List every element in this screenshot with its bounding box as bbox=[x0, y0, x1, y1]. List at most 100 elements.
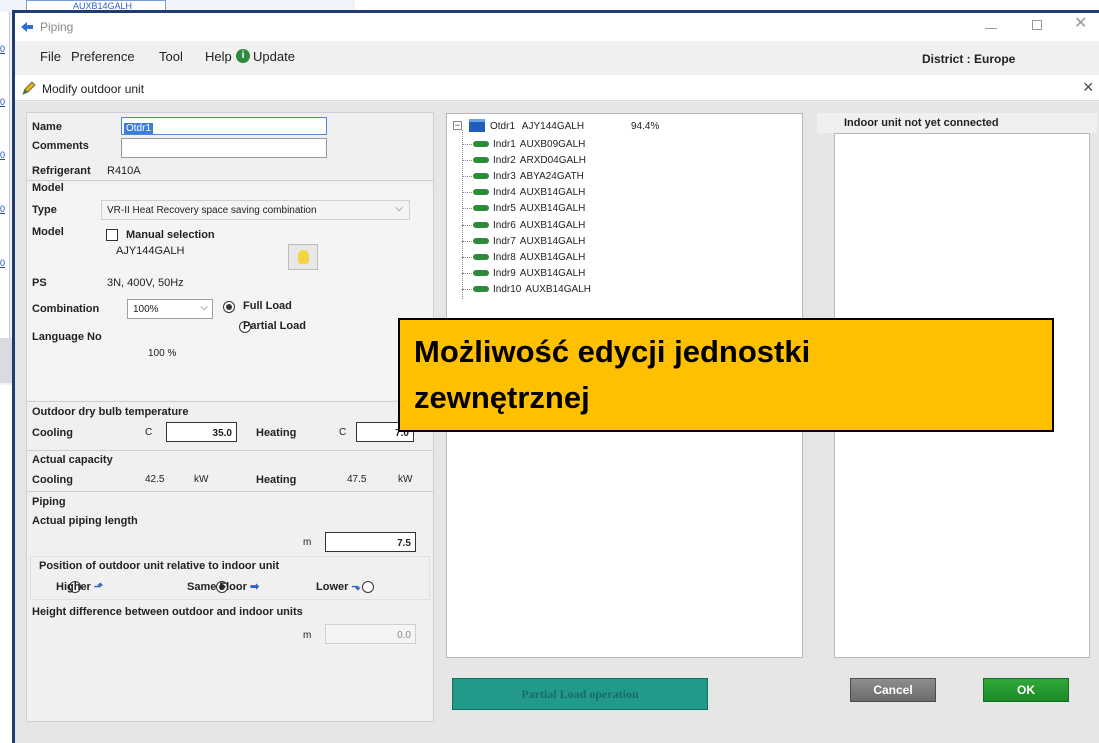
lower-radio[interactable] bbox=[361, 581, 374, 593]
menu-tool[interactable]: Tool bbox=[159, 49, 183, 64]
full-load-radio[interactable] bbox=[223, 301, 235, 313]
name-field-value: Otdr1 bbox=[124, 123, 154, 134]
tree-item-name: Indr3 bbox=[493, 171, 516, 182]
tree-item[interactable]: Indr4 AUXB14GALH bbox=[473, 187, 585, 198]
menu-preference[interactable]: Preference bbox=[71, 49, 135, 64]
name-field[interactable]: Otdr1 bbox=[121, 117, 327, 135]
tree-item[interactable]: Indr6 AUXB14GALH bbox=[473, 220, 585, 231]
lower-text: Lower bbox=[316, 581, 349, 593]
tree-item-name: Indr9 bbox=[493, 268, 516, 279]
refrigerant-value: R410A bbox=[107, 165, 141, 177]
refrigerant-label: Refrigerant bbox=[32, 165, 91, 177]
language-value: 100 % bbox=[148, 348, 177, 359]
menu-help[interactable]: Help bbox=[205, 49, 232, 64]
tree-connector bbox=[462, 257, 472, 258]
indoor-unit-icon bbox=[473, 205, 489, 212]
tree-item-name: Indr10 bbox=[493, 284, 522, 295]
background-link-2[interactable]: 0 bbox=[0, 97, 5, 107]
model-label: Model bbox=[32, 226, 64, 238]
not-connected-header: Indoor unit not yet connected bbox=[817, 113, 1097, 133]
heating-capacity-unit: kW bbox=[398, 474, 413, 485]
piping-length-label: Actual piping length bbox=[32, 515, 138, 527]
heating-temp-label: Heating bbox=[256, 427, 297, 439]
cooling-capacity-label: Cooling bbox=[32, 474, 73, 486]
piping-length-field[interactable]: 7.5 bbox=[325, 532, 416, 552]
tree-root-name: Otdr1 bbox=[490, 121, 516, 132]
indoor-unit-icon bbox=[473, 189, 489, 196]
piping-length-unit: m bbox=[303, 537, 312, 548]
annotation-callout: Możliwość edycji jednostki zewnętrznej bbox=[398, 318, 1054, 432]
divider bbox=[27, 450, 433, 451]
chevron-down-icon: ⌵ bbox=[395, 203, 403, 214]
minimize-icon[interactable] bbox=[985, 28, 997, 29]
district-label: District : Europe bbox=[922, 52, 1016, 66]
tree-item-model: AUXB14GALH bbox=[519, 187, 586, 198]
update-icon[interactable]: i bbox=[236, 49, 250, 63]
indoor-unit-icon bbox=[473, 173, 489, 180]
comments-field[interactable] bbox=[121, 138, 327, 158]
maximize-icon[interactable] bbox=[1032, 20, 1042, 30]
same-floor-label: Same Floor ➡ bbox=[187, 580, 259, 593]
piping-length-value: 7.5 bbox=[397, 538, 411, 549]
window-title: Piping bbox=[40, 20, 74, 34]
tree-item[interactable]: Indr3 ABYA24GATH bbox=[473, 171, 584, 182]
ok-button[interactable]: OK bbox=[983, 678, 1069, 702]
combination-select[interactable]: 100% ⌵ bbox=[127, 299, 213, 319]
indoor-unit-icon bbox=[473, 270, 489, 277]
height-difference-field[interactable]: 0.0 bbox=[325, 624, 416, 644]
partial-load-operation-label: Partial Load operation bbox=[521, 687, 639, 701]
cooling-capacity-unit: kW bbox=[194, 474, 209, 485]
tree-collapse-icon[interactable]: − bbox=[453, 121, 462, 130]
tree-item[interactable]: Indr2 ARXD04GALH bbox=[473, 155, 586, 166]
tree-item[interactable]: Indr10 AUXB14GALH bbox=[473, 284, 591, 295]
type-select[interactable]: VR-II Heat Recovery space saving combina… bbox=[101, 200, 410, 220]
background-link-5[interactable]: 0 bbox=[0, 258, 5, 268]
language-label: Language No bbox=[32, 331, 102, 343]
cooling-temp-label: Cooling bbox=[32, 427, 73, 439]
tree-item[interactable]: Indr7 AUXB14GALH bbox=[473, 236, 585, 247]
cancel-label: Cancel bbox=[873, 683, 913, 697]
tree-connector bbox=[462, 176, 472, 177]
tree-item-name: Indr2 bbox=[493, 155, 516, 166]
dialog-close-icon[interactable]: × bbox=[1083, 78, 1094, 96]
ok-label: OK bbox=[1017, 683, 1035, 697]
tree-item[interactable]: Indr5 AUXB14GALH bbox=[473, 203, 585, 214]
tree-item[interactable]: Indr8 AUXB14GALH bbox=[473, 252, 585, 263]
title-bar[interactable] bbox=[15, 13, 1099, 41]
close-icon[interactable]: ✕ bbox=[1074, 16, 1087, 32]
tree-item-name: Indr7 bbox=[493, 236, 516, 247]
lightbulb-button[interactable] bbox=[288, 244, 318, 270]
cooling-temp-field[interactable]: 35.0 bbox=[166, 422, 237, 442]
heating-temp-unit: C bbox=[339, 427, 347, 438]
height-difference-unit: m bbox=[303, 630, 312, 641]
model-value: AJY144GALH bbox=[116, 245, 185, 257]
cancel-button[interactable]: Cancel bbox=[850, 678, 936, 702]
edit-pencil-icon bbox=[21, 80, 37, 96]
tree-item-model: AUXB09GALH bbox=[519, 139, 586, 150]
piping-logo-icon bbox=[20, 20, 34, 32]
higher-label: Higher ⬏ bbox=[56, 580, 103, 593]
dialog-title-bar[interactable] bbox=[15, 75, 1099, 101]
tree-root[interactable]: Otdr1 AJY144GALH bbox=[490, 121, 584, 132]
tree-item-model: AUXB14GALH bbox=[519, 203, 586, 214]
tree-connector bbox=[462, 192, 472, 193]
indoor-unit-icon bbox=[473, 238, 489, 245]
indoor-unit-icon bbox=[473, 222, 489, 229]
tree-connector bbox=[462, 289, 472, 290]
menu-update[interactable]: Update bbox=[253, 49, 295, 64]
tree-connector bbox=[462, 241, 472, 242]
indoor-unit-icon bbox=[473, 141, 489, 148]
tree-item-name: Indr4 bbox=[493, 187, 516, 198]
tree-item-model: AUXB14GALH bbox=[525, 284, 591, 295]
same-floor-text: Same Floor bbox=[187, 581, 247, 593]
menu-file[interactable]: File bbox=[40, 49, 61, 64]
background-link-3[interactable]: 0 bbox=[0, 150, 5, 160]
tree-item[interactable]: Indr9 AUXB14GALH bbox=[473, 268, 585, 279]
tree-item[interactable]: Indr1 AUXB09GALH bbox=[473, 139, 585, 150]
partial-load-label: Partial Load bbox=[243, 320, 306, 332]
manual-selection-checkbox[interactable] bbox=[106, 229, 118, 241]
partial-load-operation-button[interactable]: Partial Load operation bbox=[452, 678, 708, 710]
background-link-1[interactable]: 0 bbox=[0, 44, 5, 54]
tree-connector bbox=[462, 160, 472, 161]
background-link-4[interactable]: 0 bbox=[0, 204, 5, 214]
